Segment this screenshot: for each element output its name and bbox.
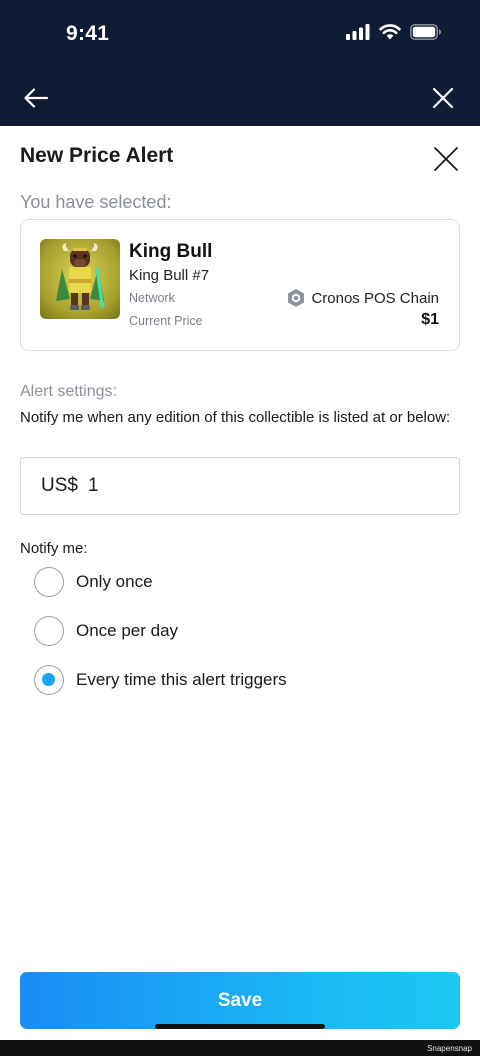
notify-option-once-per-day[interactable]: Once per day xyxy=(34,616,178,646)
home-indicator xyxy=(155,1024,325,1029)
network-name: Cronos POS Chain xyxy=(311,289,439,307)
radio-button[interactable] xyxy=(34,616,64,646)
cronos-hexagon-icon xyxy=(288,289,305,307)
collectible-card: King Bull King Bull #7 Network Current P… xyxy=(20,219,460,351)
network-value: Cronos POS Chain xyxy=(287,288,439,308)
app-header: 9:41 xyxy=(0,0,480,126)
radio-dot xyxy=(42,673,55,686)
currency-prefix: US$ xyxy=(41,475,78,496)
page-title: New Price Alert xyxy=(20,144,174,167)
radio-button-selected[interactable] xyxy=(34,665,64,695)
notify-option-every-time[interactable]: Every time this alert triggers xyxy=(34,665,287,695)
status-icons xyxy=(346,24,442,40)
notify-label: Notify me: xyxy=(20,540,88,557)
cellular-signal-icon xyxy=(346,24,370,40)
alert-settings-label: Alert settings: xyxy=(20,383,117,400)
king-bull-image xyxy=(40,239,120,319)
close-icon[interactable] xyxy=(432,87,454,109)
back-arrow-icon[interactable] xyxy=(22,86,50,110)
radio-label: Every time this alert triggers xyxy=(76,670,287,689)
radio-label: Once per day xyxy=(76,621,179,640)
current-price-label: Current Price xyxy=(129,314,203,328)
close-sheet-icon[interactable] xyxy=(432,145,460,173)
notify-option-only-once[interactable]: Only once xyxy=(34,567,153,597)
current-price-value: $1 xyxy=(421,311,439,328)
price-input-value[interactable]: 1 xyxy=(88,475,99,497)
network-label: Network xyxy=(129,291,175,305)
radio-label: Only once xyxy=(76,572,153,591)
save-button[interactable]: Save xyxy=(20,972,460,1029)
watermark: Snapensnap xyxy=(427,1044,472,1053)
battery-icon xyxy=(410,24,441,40)
selected-label: You have selected: xyxy=(20,192,172,212)
alert-description: Notify me when any edition of this colle… xyxy=(20,409,451,426)
collectible-name: King Bull xyxy=(129,241,213,262)
wifi-icon xyxy=(379,24,401,40)
price-input[interactable]: US$ 1 xyxy=(20,457,460,515)
collectible-edition: King Bull #7 xyxy=(129,267,210,284)
radio-button[interactable] xyxy=(34,567,64,597)
price-alert-screen: 9:41 New Price Alert You have selected: … xyxy=(0,0,480,1056)
nft-thumbnail xyxy=(40,239,120,319)
status-time: 9:41 xyxy=(66,22,110,45)
bottom-strip xyxy=(0,1040,480,1056)
